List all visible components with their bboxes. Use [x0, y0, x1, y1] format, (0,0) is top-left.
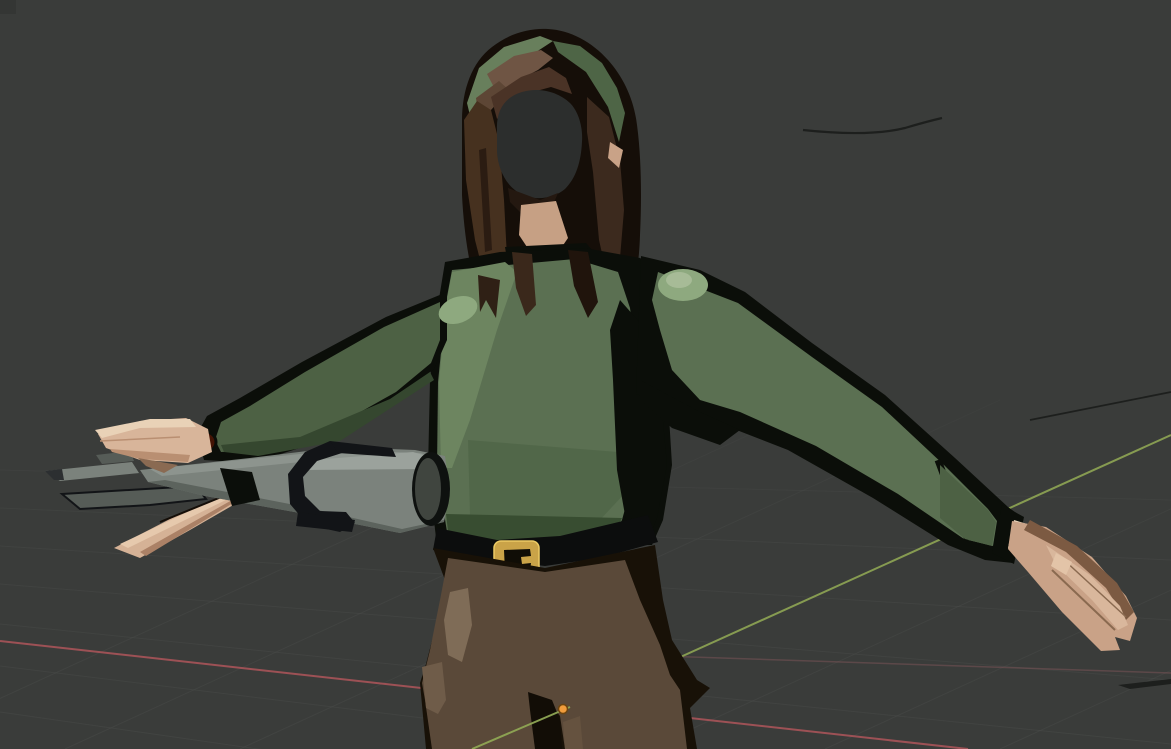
- viewport-canvas[interactable]: [0, 0, 1171, 749]
- right-shoulder-highlight-core: [666, 272, 692, 288]
- object-origin-dot[interactable]: [559, 705, 568, 714]
- origin-dot[interactable]: [559, 705, 568, 714]
- viewport-corner-patch: [0, 0, 16, 14]
- pants-inner-leg-light: [563, 716, 583, 749]
- rifle-stock-endface: [415, 458, 441, 520]
- belly-fold-shadow: [468, 440, 626, 522]
- face-shape: [497, 90, 582, 198]
- viewport[interactable]: [0, 0, 1171, 749]
